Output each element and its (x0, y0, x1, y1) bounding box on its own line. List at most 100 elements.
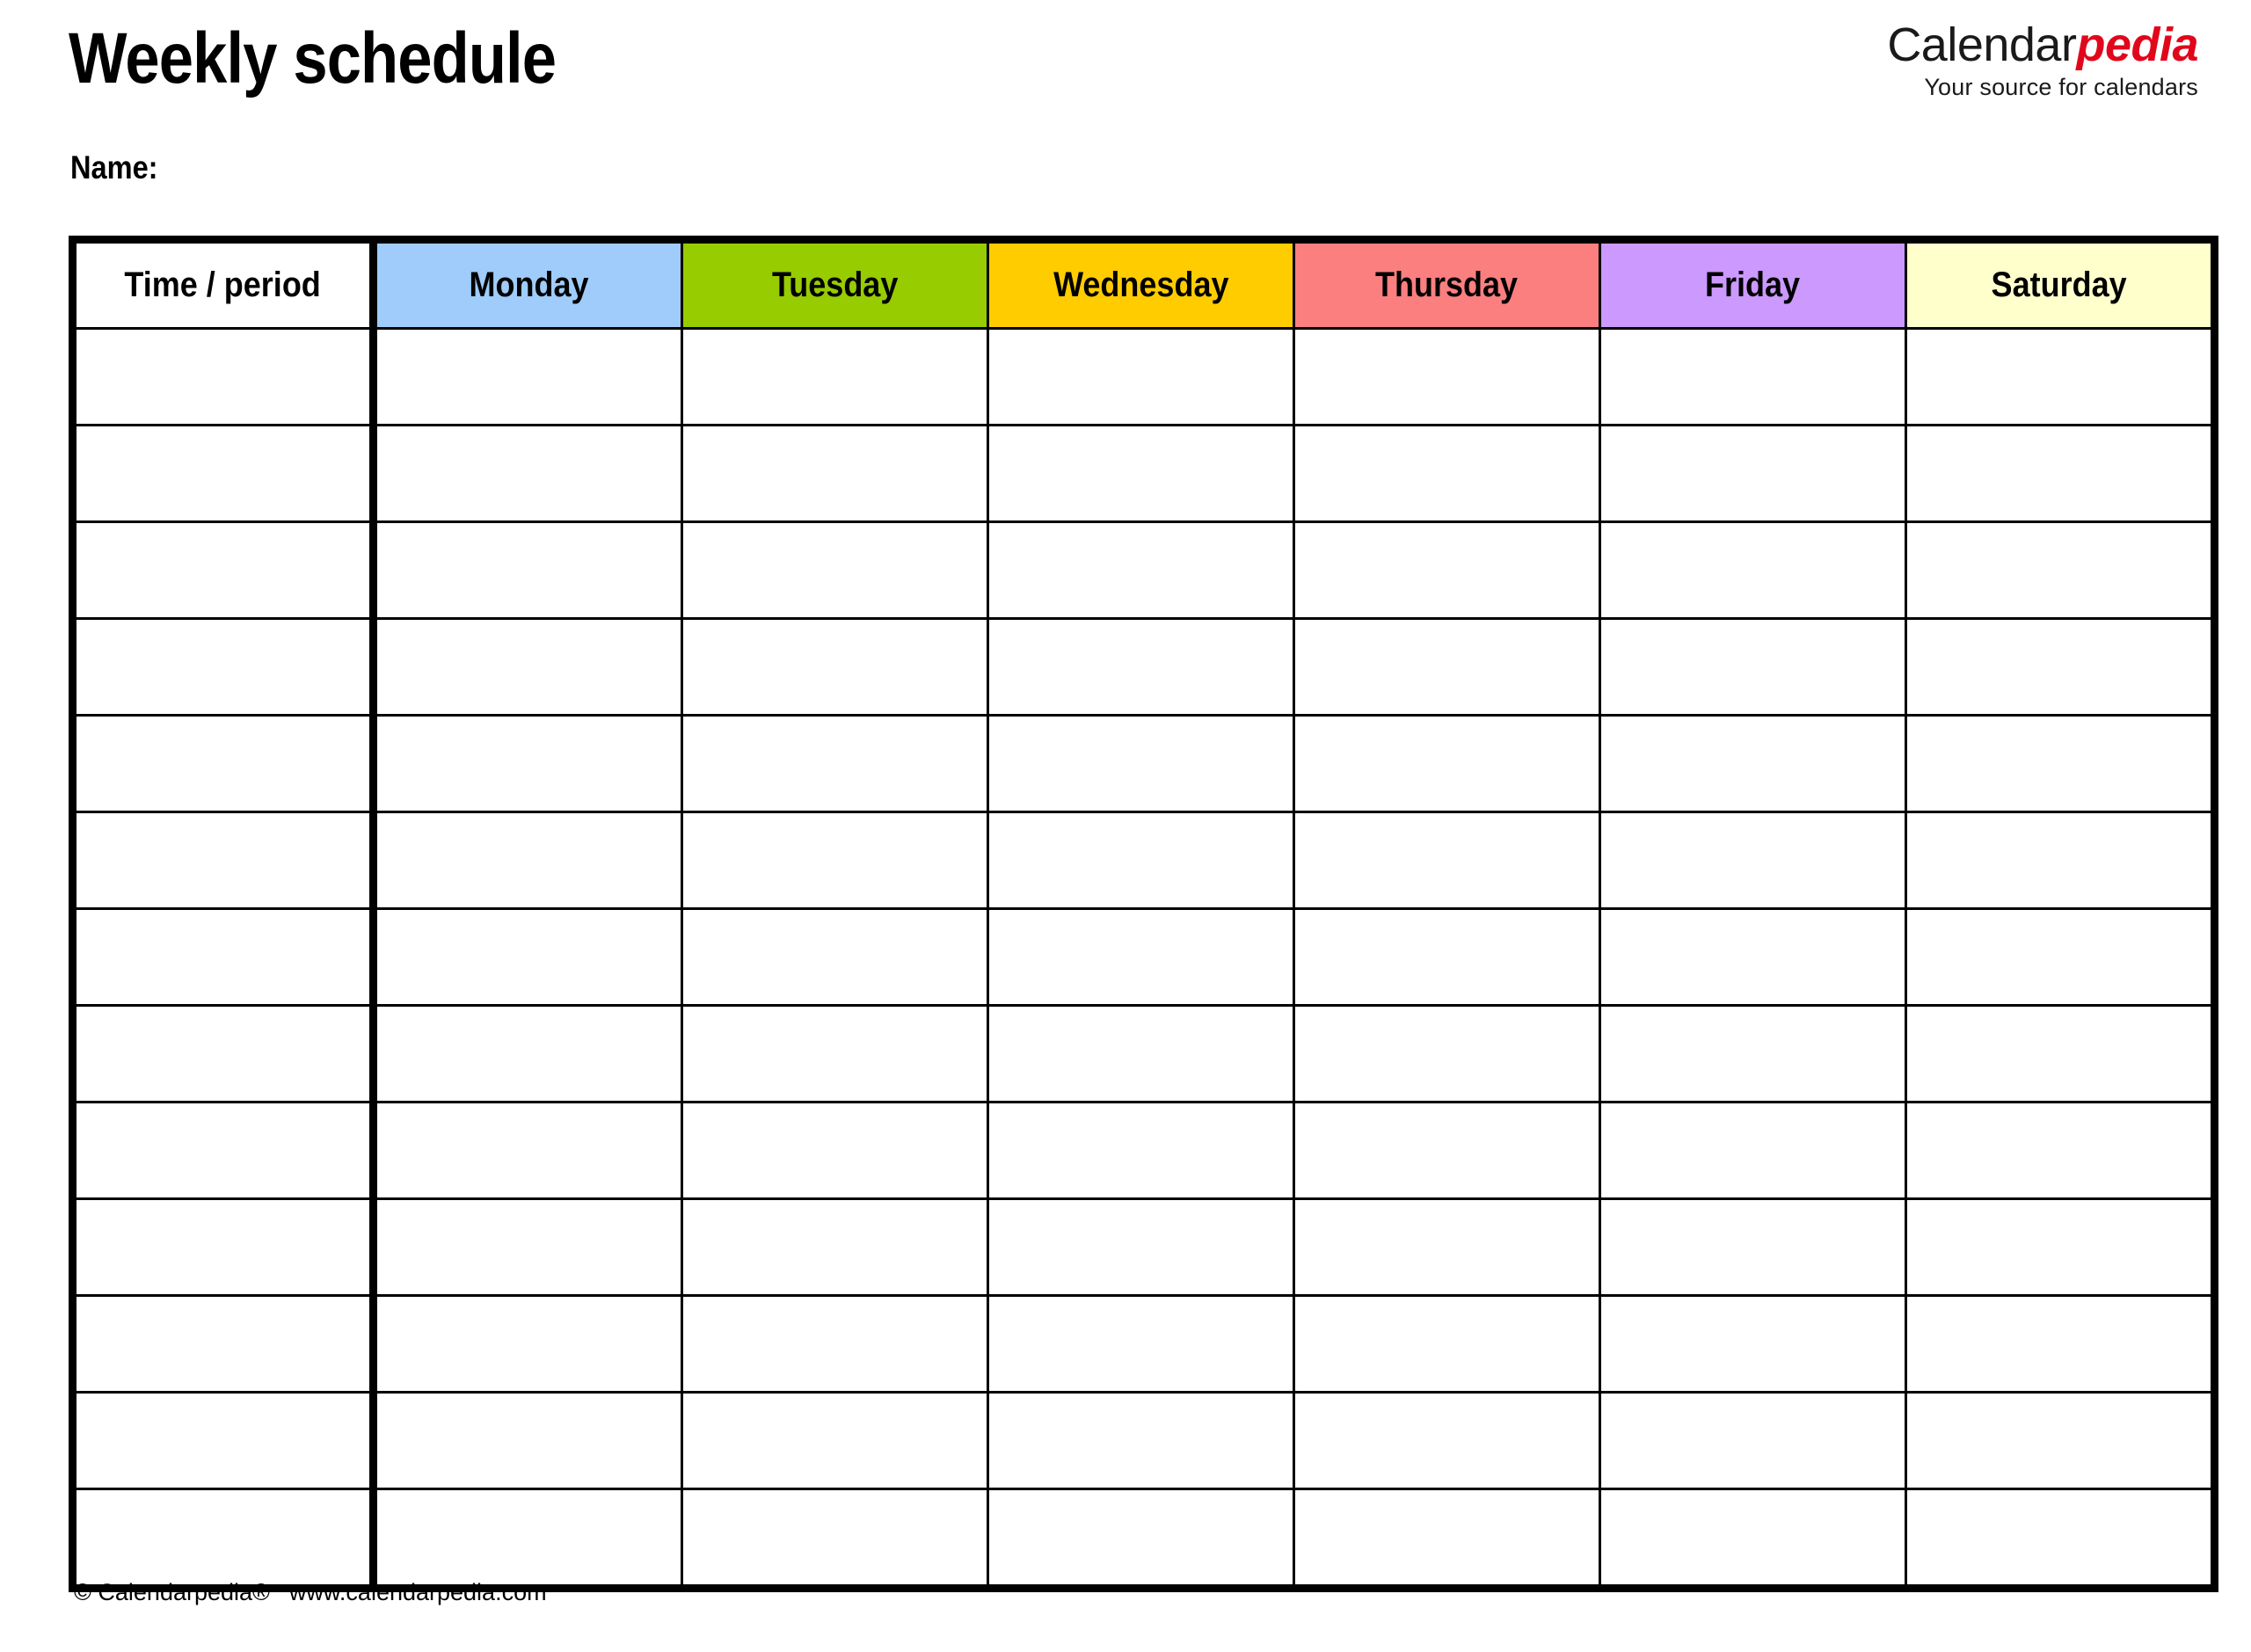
table-row (71, 811, 2216, 910)
cell-tuesday[interactable] (681, 1294, 989, 1394)
cell-time-period[interactable] (71, 520, 377, 620)
cell-thursday[interactable] (1293, 1197, 1601, 1297)
cell-wednesday[interactable] (987, 327, 1295, 426)
table-row (71, 520, 2216, 620)
cell-wednesday[interactable] (987, 907, 1295, 1007)
cell-thursday[interactable] (1293, 1004, 1601, 1103)
cell-saturday[interactable] (1905, 1294, 2216, 1394)
cell-monday[interactable] (372, 424, 683, 523)
table-row (71, 1294, 2216, 1394)
cell-wednesday[interactable] (987, 1294, 1295, 1394)
cell-thursday[interactable] (1293, 714, 1601, 813)
cell-friday[interactable] (1599, 327, 1907, 426)
cell-tuesday[interactable] (681, 1488, 989, 1590)
cell-saturday[interactable] (1905, 907, 2216, 1007)
column-header-label: Monday (469, 266, 589, 304)
cell-saturday[interactable] (1905, 1004, 2216, 1103)
cell-wednesday[interactable] (987, 520, 1295, 620)
cell-saturday[interactable] (1905, 714, 2216, 813)
cell-time-period[interactable] (71, 424, 377, 523)
cell-saturday[interactable] (1905, 424, 2216, 523)
cell-tuesday[interactable] (681, 714, 989, 813)
cell-time-period[interactable] (71, 907, 377, 1007)
cell-wednesday[interactable] (987, 617, 1295, 717)
cell-friday[interactable] (1599, 424, 1907, 523)
cell-monday[interactable] (372, 617, 683, 717)
column-header-saturday: Saturday (1905, 238, 2216, 330)
cell-monday[interactable] (372, 1294, 683, 1394)
cell-tuesday[interactable] (681, 1004, 989, 1103)
cell-time-period[interactable] (71, 1391, 377, 1490)
cell-wednesday[interactable] (987, 1488, 1295, 1590)
cell-wednesday[interactable] (987, 1391, 1295, 1490)
cell-tuesday[interactable] (681, 327, 989, 426)
cell-wednesday[interactable] (987, 1004, 1295, 1103)
cell-tuesday[interactable] (681, 520, 989, 620)
cell-wednesday[interactable] (987, 714, 1295, 813)
cell-tuesday[interactable] (681, 617, 989, 717)
cell-saturday[interactable] (1905, 1197, 2216, 1297)
cell-saturday[interactable] (1905, 520, 2216, 620)
cell-saturday[interactable] (1905, 1101, 2216, 1200)
cell-time-period[interactable] (71, 714, 377, 813)
cell-friday[interactable] (1599, 714, 1907, 813)
cell-thursday[interactable] (1293, 907, 1601, 1007)
cell-monday[interactable] (372, 1488, 683, 1590)
cell-tuesday[interactable] (681, 1197, 989, 1297)
cell-wednesday[interactable] (987, 811, 1295, 910)
cell-friday[interactable] (1599, 1488, 1907, 1590)
cell-time-period[interactable] (71, 1488, 377, 1590)
cell-thursday[interactable] (1293, 520, 1601, 620)
cell-tuesday[interactable] (681, 424, 989, 523)
cell-saturday[interactable] (1905, 1391, 2216, 1490)
column-header-label: Friday (1705, 266, 1801, 304)
cell-friday[interactable] (1599, 907, 1907, 1007)
cell-thursday[interactable] (1293, 617, 1601, 717)
cell-monday[interactable] (372, 1004, 683, 1103)
cell-tuesday[interactable] (681, 811, 989, 910)
cell-thursday[interactable] (1293, 1101, 1601, 1200)
cell-friday[interactable] (1599, 811, 1907, 910)
cell-friday[interactable] (1599, 1391, 1907, 1490)
column-header-label: Saturday (1991, 266, 2127, 304)
cell-wednesday[interactable] (987, 1101, 1295, 1200)
cell-friday[interactable] (1599, 520, 1907, 620)
cell-thursday[interactable] (1293, 327, 1601, 426)
cell-saturday[interactable] (1905, 617, 2216, 717)
cell-monday[interactable] (372, 907, 683, 1007)
cell-monday[interactable] (372, 1391, 683, 1490)
cell-tuesday[interactable] (681, 1391, 989, 1490)
cell-thursday[interactable] (1293, 1294, 1601, 1394)
cell-time-period[interactable] (71, 327, 377, 426)
cell-monday[interactable] (372, 520, 683, 620)
cell-friday[interactable] (1599, 617, 1907, 717)
column-header-time-period: Time / period (71, 238, 377, 330)
cell-thursday[interactable] (1293, 424, 1601, 523)
cell-time-period[interactable] (71, 1197, 377, 1297)
cell-time-period[interactable] (71, 811, 377, 910)
cell-monday[interactable] (372, 1101, 683, 1200)
cell-tuesday[interactable] (681, 1101, 989, 1200)
cell-monday[interactable] (372, 811, 683, 910)
cell-saturday[interactable] (1905, 811, 2216, 910)
cell-time-period[interactable] (71, 1004, 377, 1103)
cell-time-period[interactable] (71, 1101, 377, 1200)
cell-wednesday[interactable] (987, 424, 1295, 523)
cell-time-period[interactable] (71, 1294, 377, 1394)
cell-monday[interactable] (372, 714, 683, 813)
cell-friday[interactable] (1599, 1101, 1907, 1200)
cell-monday[interactable] (372, 1197, 683, 1297)
cell-saturday[interactable] (1905, 327, 2216, 426)
cell-monday[interactable] (372, 327, 683, 426)
table-header: Time / period Monday Tuesday Wednesday Thurs… (71, 238, 2216, 330)
cell-time-period[interactable] (71, 617, 377, 717)
cell-saturday[interactable] (1905, 1488, 2216, 1590)
cell-friday[interactable] (1599, 1294, 1907, 1394)
cell-wednesday[interactable] (987, 1197, 1295, 1297)
cell-thursday[interactable] (1293, 1488, 1601, 1590)
cell-thursday[interactable] (1293, 1391, 1601, 1490)
cell-friday[interactable] (1599, 1197, 1907, 1297)
cell-tuesday[interactable] (681, 907, 989, 1007)
cell-thursday[interactable] (1293, 811, 1601, 910)
cell-friday[interactable] (1599, 1004, 1907, 1103)
